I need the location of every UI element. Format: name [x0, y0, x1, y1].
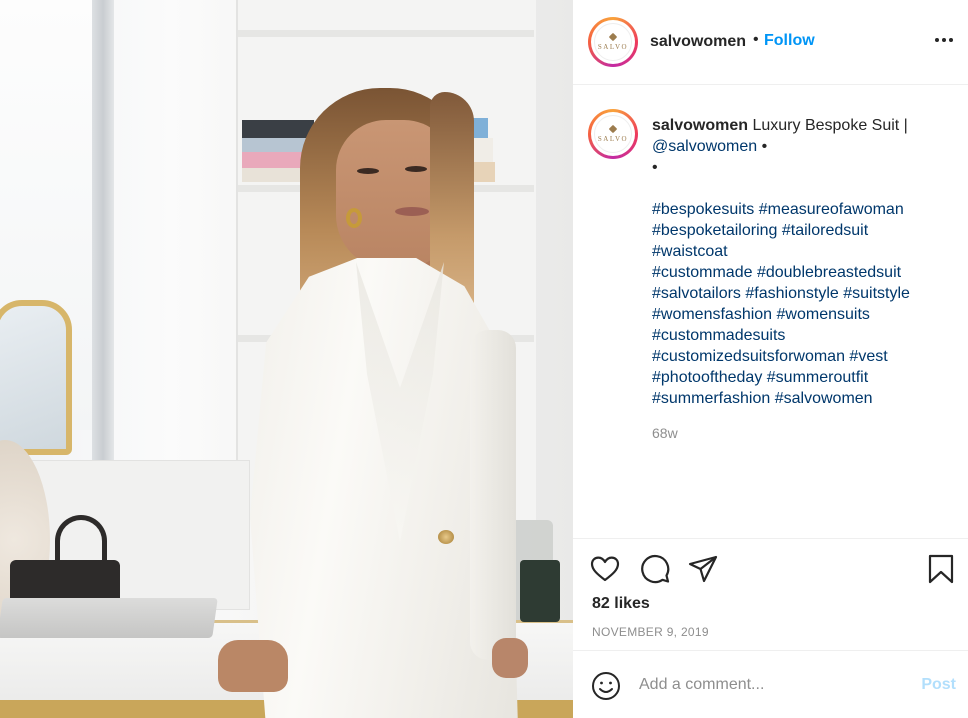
caption-bullet: • — [652, 159, 658, 176]
more-options-icon[interactable] — [932, 28, 956, 52]
hashtag-link[interactable]: #doublebreastedsuit — [757, 264, 901, 281]
caption-username[interactable]: salvowomen — [652, 117, 748, 134]
photo-laptop — [0, 598, 218, 638]
hashtag-link[interactable]: #waistcoat — [652, 243, 728, 260]
photo-stand — [520, 560, 560, 622]
post-side-panel: SALVO salvowomen • Follow SALVO salvowom… — [573, 0, 968, 718]
hashtag-link[interactable]: #custommade — [652, 264, 753, 281]
hashtag-line: #photooftheday #summeroutfit — [652, 367, 952, 388]
hashtag-link[interactable]: #custommadesuits — [652, 327, 785, 344]
photo-earring — [346, 208, 362, 228]
photo-arm — [470, 330, 516, 660]
salvo-logo-icon: SALVO — [594, 23, 632, 61]
hashtag-link[interactable]: #tailoredsuit — [782, 222, 868, 239]
hashtag-link[interactable]: #womensuits — [777, 306, 870, 323]
photo-lips — [395, 207, 429, 216]
hashtag-link[interactable]: #bespoketailoring — [652, 222, 777, 239]
hashtag-link[interactable]: #measureofawoman — [759, 201, 904, 218]
salvo-logo-icon: SALVO — [594, 115, 632, 153]
hashtag-link[interactable]: #customizedsuitsforwoman — [652, 348, 845, 365]
separator-dot: • — [753, 31, 759, 48]
caption-area: SALVO salvowomen Luxury Bespoke Suit | @… — [573, 86, 968, 538]
caption-body: Luxury Bespoke Suit | — [752, 117, 908, 134]
shelf — [238, 30, 534, 37]
comment-bar: Post — [573, 650, 968, 718]
comment-icon[interactable] — [639, 553, 671, 585]
hashtag-link[interactable]: #summerfashion — [652, 390, 770, 407]
bookmark-icon[interactable] — [925, 553, 957, 585]
hashtag-link[interactable]: #salvotailors — [652, 285, 741, 302]
post-header: SALVO salvowomen • Follow — [573, 0, 968, 85]
hashtag-link[interactable]: #fashionstyle — [745, 285, 838, 302]
hashtag-link[interactable]: #summeroutfit — [767, 369, 868, 386]
likes-count[interactable]: 82 likes — [592, 595, 650, 613]
post-comment-button[interactable]: Post — [921, 676, 956, 694]
hashtag-line: #summerfashion #salvowomen — [652, 388, 952, 409]
photo-eye — [405, 166, 427, 172]
post-date: NOVEMBER 9, 2019 — [592, 625, 709, 639]
photo-mirror — [0, 300, 72, 455]
hashtag-link[interactable]: #photooftheday — [652, 369, 762, 386]
hashtag-line: #customizedsuitsforwoman #vest — [652, 346, 952, 367]
hashtag-list: #bespokesuits #measureofawoman #bespoketa… — [652, 199, 952, 409]
photo-eye — [357, 168, 379, 174]
heart-icon[interactable] — [589, 553, 621, 585]
hashtag-line: #custommade #doublebreastedsuit — [652, 262, 952, 283]
follow-button[interactable]: Follow — [764, 32, 815, 50]
hashtag-line: #womensfashion #womensuits — [652, 304, 952, 325]
photo-jacket-button — [438, 530, 454, 544]
hashtag-line: #bespokesuits #measureofawoman — [652, 199, 952, 220]
action-bar: 82 likes NOVEMBER 9, 2019 — [573, 538, 968, 650]
hashtag-link[interactable]: #bespokesuits — [652, 201, 754, 218]
emoji-smile-icon[interactable] — [590, 670, 622, 702]
post-photo[interactable] — [0, 0, 573, 718]
avatar[interactable]: SALVO — [588, 17, 638, 67]
mention-link[interactable]: @salvowomen — [652, 138, 757, 155]
hashtag-line: #bespoketailoring #tailoredsuit — [652, 220, 952, 241]
hashtag-link[interactable]: #vest — [849, 348, 887, 365]
book — [242, 120, 314, 138]
hashtag-link[interactable]: #suitstyle — [843, 285, 910, 302]
hashtag-link[interactable]: #womensfashion — [652, 306, 772, 323]
hashtag-line: #salvotailors #fashionstyle #suitstyle — [652, 283, 952, 304]
hashtag-line: #custommadesuits — [652, 325, 952, 346]
caption-text: salvowomen Luxury Bespoke Suit | @salvow… — [652, 115, 952, 409]
post-time-ago[interactable]: 68w — [652, 425, 678, 441]
photo-hand — [218, 640, 288, 692]
header-username[interactable]: salvowomen — [650, 33, 746, 51]
hashtag-line: #waistcoat — [652, 241, 952, 262]
caption-avatar[interactable]: SALVO — [588, 109, 638, 159]
paper-plane-icon[interactable] — [687, 553, 719, 585]
photo-hand — [492, 638, 528, 678]
hashtag-link[interactable]: #salvowomen — [775, 390, 873, 407]
caption-bullet: • — [761, 138, 768, 155]
comment-input[interactable] — [639, 673, 899, 697]
photo-pillar — [92, 0, 114, 470]
